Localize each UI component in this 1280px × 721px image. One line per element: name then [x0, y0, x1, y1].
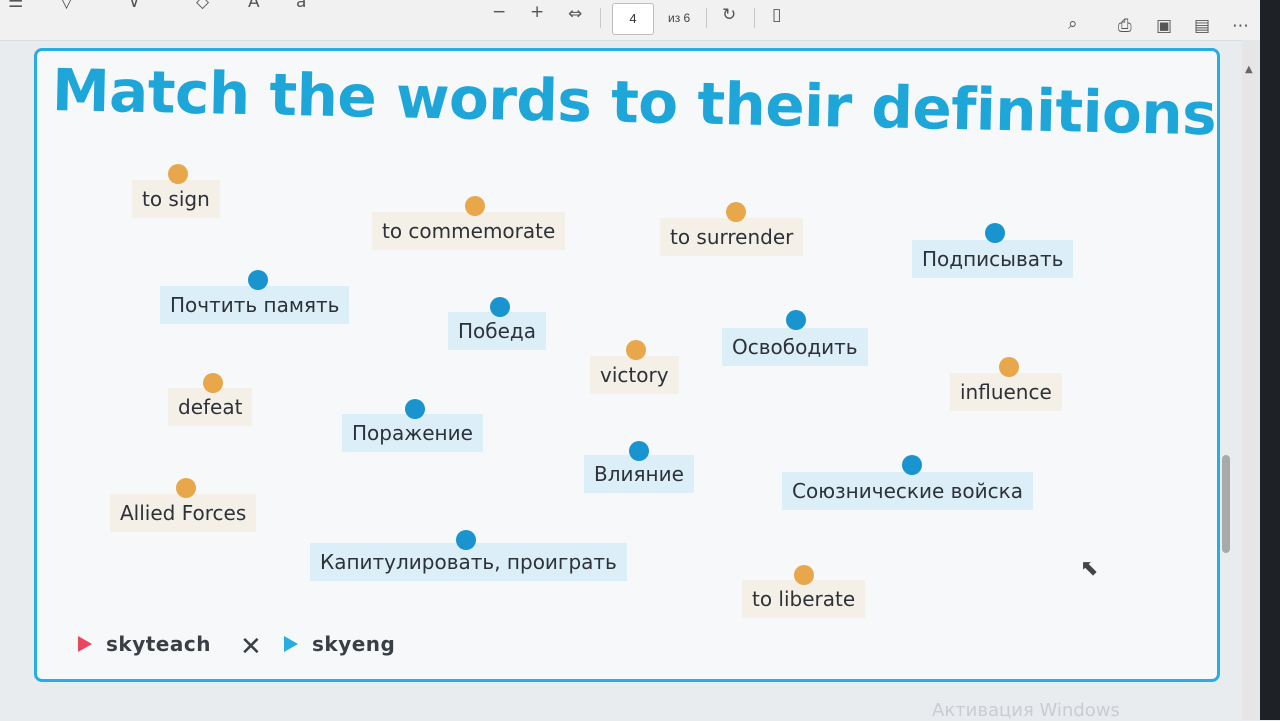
match-dot[interactable] [786, 310, 806, 330]
match-dot[interactable] [168, 164, 188, 184]
scroll-up-icon[interactable]: ▲ [1245, 64, 1253, 75]
toolbar-separator [706, 8, 707, 28]
word-card-allied-forces[interactable]: Allied Forces [110, 494, 257, 532]
page-total-label: из 6 [668, 11, 691, 25]
word-card-to-commemorate[interactable]: to commemorate [372, 212, 566, 250]
word-card-influence[interactable]: influence [950, 373, 1062, 411]
match-dot[interactable] [726, 202, 746, 222]
plus-icon[interactable]: + [530, 4, 544, 21]
toolbar-separator [600, 8, 601, 28]
screen-edge [1260, 0, 1280, 720]
word-card-soyuznicheskie-voyska[interactable]: Союзнические войска [782, 472, 1033, 510]
word-card-pobeda[interactable]: Победа [448, 312, 546, 350]
match-dot[interactable] [999, 357, 1019, 377]
match-dot[interactable] [490, 297, 510, 317]
menu-icon[interactable]: ☰ [8, 0, 23, 11]
save-as-icon[interactable]: ▤ [1194, 18, 1210, 35]
minus-icon[interactable]: − [492, 4, 506, 21]
word-card-osvobodit[interactable]: Освободить [722, 328, 868, 366]
match-dot[interactable] [405, 399, 425, 419]
word-card-to-surrender[interactable]: to surrender [660, 218, 804, 256]
match-dot[interactable] [248, 270, 268, 290]
toolbar-separator [754, 8, 755, 28]
eraser-icon[interactable]: ◇ [196, 0, 209, 11]
word-card-to-sign[interactable]: to sign [132, 180, 220, 218]
word-card-porazhenie[interactable]: Поражение [342, 414, 483, 452]
word-card-podpisyvat[interactable]: Подписывать [912, 240, 1074, 278]
skyteach-logo: skyteach [106, 632, 211, 656]
match-dot[interactable] [456, 530, 476, 550]
match-dot[interactable] [626, 340, 646, 360]
match-dot[interactable] [902, 455, 922, 475]
match-dot[interactable] [629, 441, 649, 461]
match-dot[interactable] [203, 373, 223, 393]
skyteach-logo-icon [78, 636, 92, 652]
skyeng-logo-icon [284, 636, 298, 652]
more-icon[interactable]: ⋯ [1232, 18, 1249, 35]
skyeng-logo: skyeng [312, 632, 396, 656]
match-dot[interactable] [794, 565, 814, 585]
highlight-icon[interactable]: ▽ [60, 0, 73, 11]
print-icon[interactable]: ⎙ [1118, 18, 1132, 35]
save-icon[interactable]: ▣ [1156, 18, 1172, 35]
cross-icon: ✕ [240, 632, 262, 662]
read-aloud-icon[interactable]: A [248, 0, 260, 11]
word-card-victory[interactable]: victory [590, 356, 679, 394]
fit-width-icon[interactable]: ⇔ [568, 6, 582, 23]
match-dot[interactable] [176, 478, 196, 498]
scrollbar-thumb[interactable] [1222, 455, 1230, 553]
scrollbar-track[interactable] [1242, 40, 1260, 720]
pdf-toolbar: ☰ ▽ ∨ ◇ A a − + ⇔ 4 из 6 ↻ ▯ ⌕ ⎙ ▣ ▤ ⋯ [0, 0, 1280, 41]
rotate-icon[interactable]: ↻ [722, 7, 736, 24]
match-dot[interactable] [465, 196, 485, 216]
chevron-down-icon[interactable]: ∨ [128, 0, 140, 11]
translate-icon[interactable]: a [296, 0, 306, 11]
page-number-input[interactable]: 4 [612, 3, 654, 35]
match-dot[interactable] [985, 223, 1005, 243]
search-icon[interactable]: ⌕ [1068, 16, 1078, 33]
page-view-icon[interactable]: ▯ [772, 7, 781, 24]
windows-activation-watermark: Активация Windows [932, 700, 1120, 721]
word-card-to-liberate[interactable]: to liberate [742, 580, 866, 618]
cursor-icon: ⬉ [1080, 556, 1099, 581]
word-card-defeat[interactable]: defeat [168, 388, 253, 426]
word-card-pochtit-pamyat[interactable]: Почтить память [160, 286, 350, 324]
